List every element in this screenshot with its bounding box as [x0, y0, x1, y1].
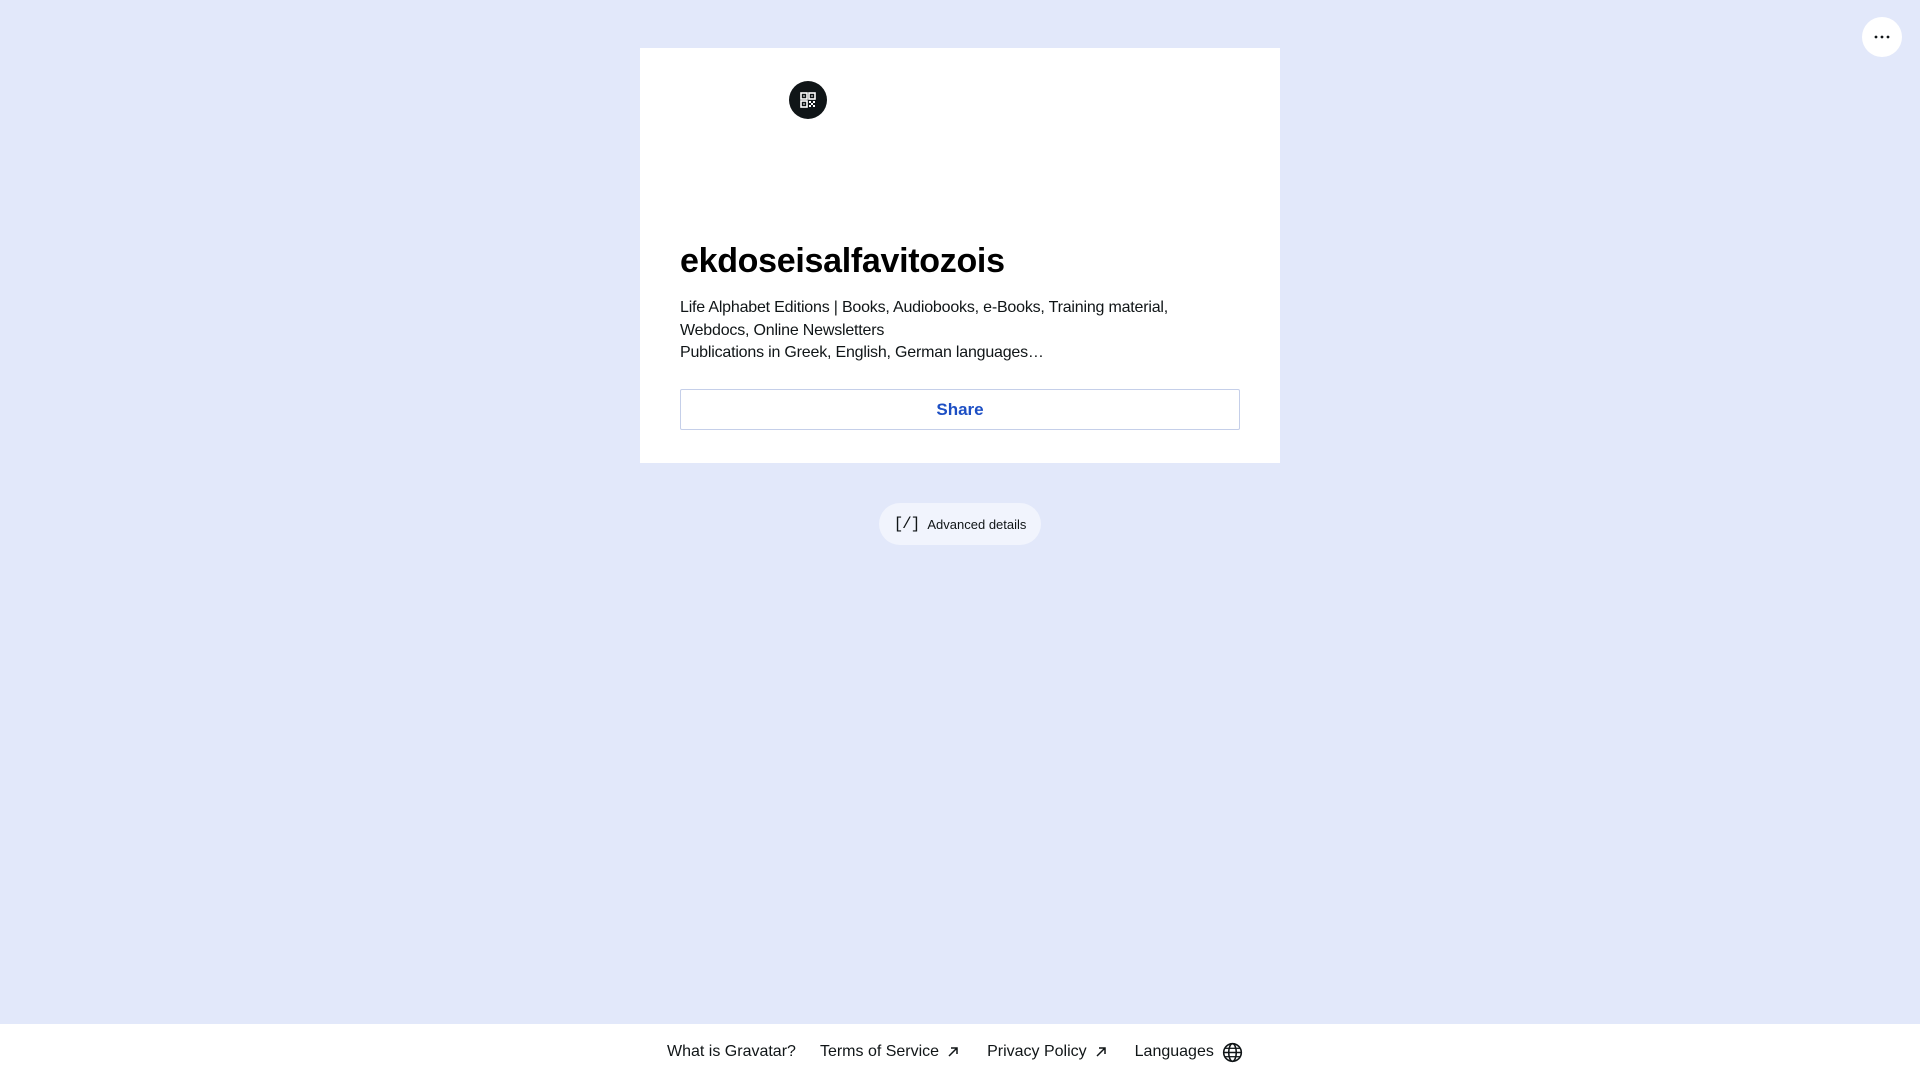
- footer-link-privacy-policy[interactable]: Privacy Policy: [987, 1043, 1107, 1061]
- profile-card: ekdoseisalfavitozois Life Alphabet Editi…: [640, 48, 1280, 463]
- profile-name: ekdoseisalfavitozois: [680, 242, 1005, 280]
- share-button[interactable]: Share: [680, 389, 1240, 430]
- bio-line: Publications in Greek, English, German l…: [680, 344, 1044, 361]
- footer-link-languages[interactable]: Languages: [1135, 1042, 1243, 1063]
- globe-icon: [1222, 1042, 1243, 1063]
- advanced-details-button[interactable]: [/] Advanced details: [879, 503, 1041, 545]
- qr-code-button[interactable]: [789, 81, 827, 119]
- footer-link-label: What is Gravatar?: [667, 1043, 796, 1060]
- footer-link-label: Terms of Service: [819, 1043, 940, 1060]
- footer-link-label: Languages: [1134, 1043, 1214, 1060]
- ellipsis-icon: [1874, 35, 1890, 39]
- more-options-button[interactable]: [1862, 17, 1902, 57]
- external-arrow-icon: [947, 1046, 959, 1058]
- code-brackets-icon: [/]: [893, 515, 921, 533]
- external-arrow-icon: [1095, 1046, 1107, 1058]
- footer-nav: What is Gravatar? Terms of Service Priva…: [667, 1024, 1243, 1080]
- bio-line: Life Alphabet Editions | Books, Audioboo…: [680, 299, 1169, 339]
- advanced-details-label: Advanced details: [927, 516, 1027, 532]
- footer-link-label: Privacy Policy: [987, 1043, 1087, 1060]
- footer-link-terms-of-service[interactable]: Terms of Service: [820, 1043, 959, 1061]
- qr-code-icon: [800, 92, 816, 108]
- footer-link-what-is-gravatar[interactable]: What is Gravatar?: [667, 1043, 796, 1061]
- footer: What is Gravatar? Terms of Service Priva…: [0, 1024, 1920, 1080]
- profile-bio: Life Alphabet Editions | Books, Audioboo…: [680, 297, 1240, 365]
